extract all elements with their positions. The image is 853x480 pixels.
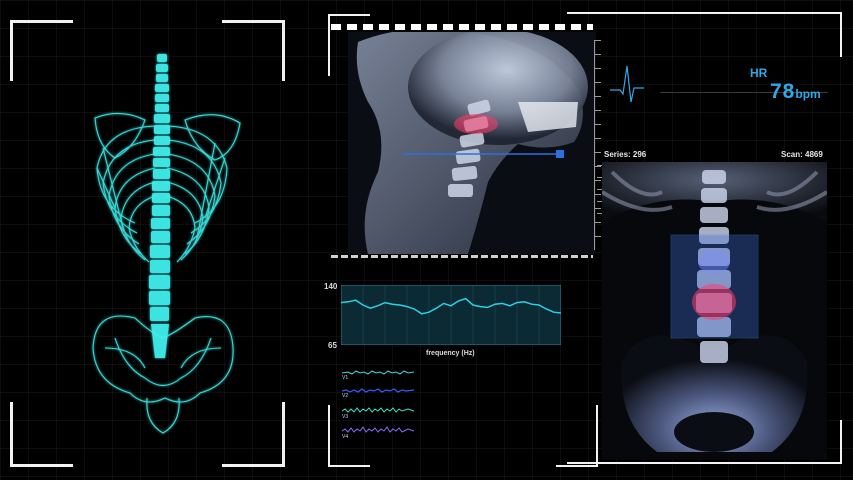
waveform-v1-label: V1: [342, 375, 349, 381]
frequency-chart: 140 65 frequency (Hz): [320, 278, 570, 358]
frame-corner-top-left: [10, 20, 73, 81]
waveform-v1: [342, 370, 415, 375]
chart-plot: [341, 285, 561, 345]
hr-value: 78: [770, 80, 796, 103]
hr-label: HR: [750, 66, 768, 80]
spine-xray-image: [602, 162, 827, 460]
waveform-v2: [342, 388, 415, 393]
neck-xray-image: [348, 32, 596, 254]
hr-unit: bpm: [795, 87, 821, 101]
frame-corner-bottom-left: [10, 402, 73, 467]
frame-right-line: [840, 12, 842, 57]
series-label: Series: 296: [604, 150, 647, 159]
skeleton-panel: [0, 0, 300, 480]
scan-label: Scan: 4869: [781, 150, 823, 159]
waveform-v2-label: V2: [342, 393, 349, 399]
ruler-top: [331, 24, 593, 30]
chart-y-min-label: 65: [328, 341, 337, 350]
waveforms: [342, 370, 415, 433]
chart-y-max-label: 140: [324, 282, 338, 291]
skeleton-wireframe-image: [92, 54, 241, 434]
waveform-v4: [342, 426, 415, 433]
frame-bottom-line: [567, 462, 842, 464]
frame-top-line: [567, 12, 842, 14]
neck-xray-panel: [326, 12, 601, 262]
waveform-v3-label: V3: [342, 414, 349, 420]
hr-readout: 78bpm: [770, 80, 821, 104]
chart-x-label: frequency (Hz): [426, 350, 475, 357]
waveform-v3: [342, 407, 415, 413]
ruler-bottom: [331, 255, 593, 258]
waveform-v4-label: V4: [342, 434, 349, 440]
frame-bottom-right-line: [840, 420, 842, 464]
heartbeat-icon: [610, 65, 644, 103]
